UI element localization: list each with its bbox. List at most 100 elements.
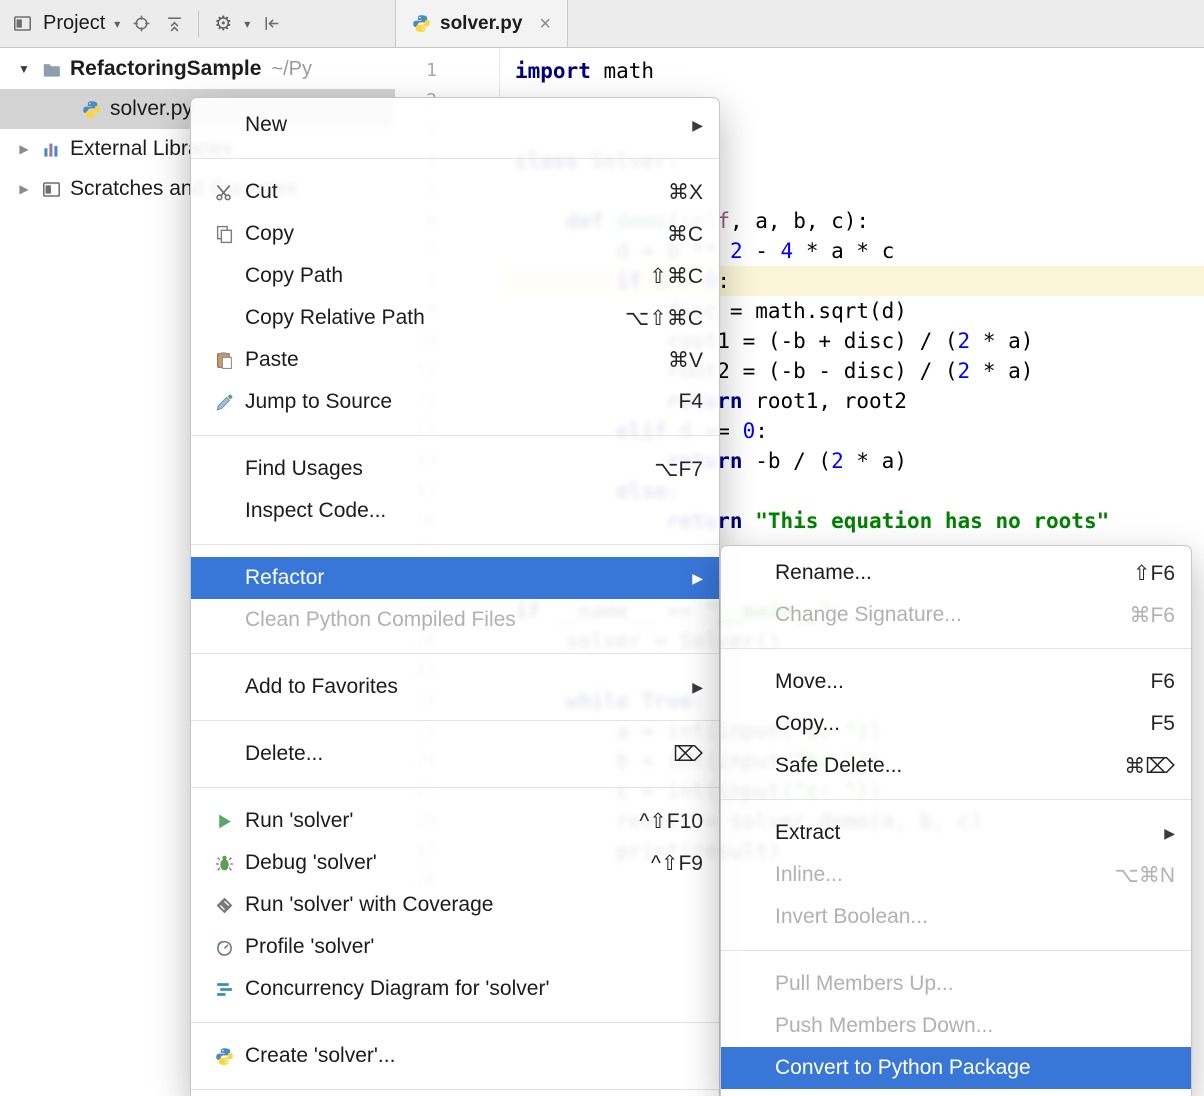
editor-tab-solver[interactable]: solver.py ×: [395, 0, 568, 47]
pycharm-window: Project ▾ ⚙ ▾ solver.py ×: [0, 0, 1204, 1096]
chevron-collapsed-icon[interactable]: ▶: [14, 142, 34, 156]
menu-item-move[interactable]: Move... F6: [721, 661, 1191, 703]
menu-item-label: Run 'solver' with Coverage: [245, 893, 493, 917]
project-panel-title[interactable]: Project: [43, 12, 105, 35]
menu-item-label: New: [245, 113, 287, 137]
refactor-submenu: Rename...⇧F6Change Signature...⌘F6 Move..…: [720, 545, 1192, 1096]
menu-shortcut: ⌘C: [667, 222, 703, 247]
line-number[interactable]: 1: [395, 56, 437, 86]
code-token: -b / (: [743, 449, 832, 473]
menu-separator: [191, 158, 719, 159]
code-token: * a): [970, 359, 1033, 383]
tree-item-label: solver.py: [110, 97, 193, 121]
code-token: root1, root2: [743, 389, 907, 413]
jump-to-source-icon: [211, 393, 237, 412]
menu-item-jump-to-source[interactable]: Jump to SourceF4: [191, 381, 719, 423]
menu-item-label: Extract: [775, 821, 840, 845]
close-icon[interactable]: ×: [539, 14, 551, 34]
submenu-arrow-icon: ▶: [692, 679, 703, 696]
python-icon: [82, 100, 101, 119]
menu-item-copy-relative-path[interactable]: Copy Relative Path⌥⇧⌘C: [191, 297, 719, 339]
code-token: , a, b, c):: [730, 209, 869, 233]
menu-item-label: Invert Boolean...: [775, 905, 928, 929]
menu-item-copy[interactable]: Copy⌘C: [191, 213, 719, 255]
submenu-arrow-icon: ▶: [692, 570, 703, 587]
menu-item-extract[interactable]: Extract▶: [721, 812, 1191, 854]
menu-item-copy[interactable]: Copy... F5: [721, 703, 1191, 745]
menu-item-label: Inline...: [775, 863, 843, 887]
menu-item-debug-solver[interactable]: Debug 'solver'^⇧F9: [191, 842, 719, 884]
code-token: :: [755, 419, 768, 443]
menu-item-label: Convert to Python Package: [775, 1056, 1031, 1080]
profile-icon: [211, 938, 237, 957]
menu-separator: [721, 799, 1191, 800]
settings-gear-icon[interactable]: ⚙: [211, 12, 235, 36]
menu-item-cut[interactable]: Cut⌘X: [191, 171, 719, 213]
menu-item-inline: Inline... ⌥⌘N: [721, 854, 1191, 896]
submenu-arrow-icon: ▶: [692, 117, 703, 134]
python-file-icon: [412, 14, 431, 33]
menu-item-label: Clean Python Compiled Files: [245, 608, 516, 632]
code-token: * a): [970, 329, 1033, 353]
code-token: [743, 509, 756, 533]
menu-item-safe-delete[interactable]: Safe Delete...⌘⌦: [721, 745, 1191, 787]
menu-item-label: Move...: [775, 670, 844, 694]
menu-shortcut: ⌥F7: [654, 457, 703, 482]
folder-icon: [42, 60, 61, 79]
tree-item-refactoringsample[interactable]: ▼RefactoringSample~/Py: [0, 49, 395, 89]
menu-item-refactor[interactable]: Refactor▶: [191, 557, 719, 599]
code-token: * a): [844, 449, 907, 473]
menu-item-profile-solver[interactable]: Profile 'solver': [191, 926, 719, 968]
locate-icon[interactable]: [129, 12, 153, 36]
menu-item-label: Copy Path: [245, 264, 343, 288]
menu-shortcut: ⌥⇧⌘C: [625, 306, 703, 331]
menu-item-push-members-down: Push Members Down...: [721, 1005, 1191, 1047]
scratches-icon: [42, 180, 61, 199]
menu-item-label: Rename...: [775, 561, 872, 585]
collapse-all-icon[interactable]: [162, 12, 186, 36]
settings-chevron-icon[interactable]: ▾: [244, 17, 250, 31]
menu-item-label: Pull Members Up...: [775, 972, 954, 996]
menu-shortcut: F5: [1150, 712, 1175, 736]
menu-item-new[interactable]: New ▶: [191, 104, 719, 146]
code-token: "This equation has no roots": [755, 509, 1109, 533]
menu-item-label: Copy...: [775, 712, 840, 736]
menu-item-label: Paste: [245, 348, 299, 372]
menu-item-run-solver-with-coverage[interactable]: Run 'solver' with Coverage: [191, 884, 719, 926]
project-tool-window-icon[interactable]: [10, 12, 34, 36]
menu-shortcut: ⌥⌘N: [1115, 863, 1175, 888]
menu-item-paste[interactable]: Paste⌘V: [191, 339, 719, 381]
project-panel-header: Project ▾ ⚙ ▾: [0, 0, 395, 47]
run-icon: [211, 812, 237, 831]
menu-item-inspect-code[interactable]: Inspect Code...: [191, 490, 719, 532]
chevron-down-icon[interactable]: ▾: [114, 17, 120, 31]
menu-item-create-solver[interactable]: Create 'solver'...: [191, 1035, 719, 1077]
hide-panel-icon[interactable]: [259, 12, 283, 36]
menu-item-run-solver[interactable]: Run 'solver'^⇧F10: [191, 800, 719, 842]
menu-item-concurrency-diagram-for-solver[interactable]: Concurrency Diagram for 'solver': [191, 968, 719, 1010]
menu-item-label: Add to Favorites: [245, 675, 398, 699]
menu-shortcut: F6: [1150, 670, 1175, 694]
menu-item-delete[interactable]: Delete...⌦: [191, 733, 719, 775]
menu-item-label: Profile 'solver': [245, 935, 374, 959]
menu-item-copy-path[interactable]: Copy Path⇧⌘C: [191, 255, 719, 297]
menu-item-rename[interactable]: Rename...⇧F6: [721, 552, 1191, 594]
menu-separator: [191, 653, 719, 654]
menu-item-convert-to-python-package[interactable]: Convert to Python Package: [721, 1047, 1191, 1089]
chevron-collapsed-icon[interactable]: ▶: [14, 182, 34, 196]
concurrency-icon: [211, 980, 237, 999]
menu-item-change-signature: Change Signature...⌘F6: [721, 594, 1191, 636]
tree-item-label: RefactoringSample: [70, 57, 261, 81]
context-menu: New ▶ Cut⌘XCopy⌘CCopy Path⇧⌘CCopy Relative…: [190, 97, 720, 1096]
menu-item-find-usages[interactable]: Find Usages⌥F7: [191, 448, 719, 490]
code-line[interactable]: import math: [500, 56, 1204, 86]
code-token: 2: [730, 239, 743, 263]
menu-separator: [721, 950, 1191, 951]
code-token: math: [591, 59, 654, 83]
menu-item-add-to-favorites[interactable]: Add to Favorites ▶: [191, 666, 719, 708]
menu-item-label: Inspect Code...: [245, 499, 386, 523]
chevron-expanded-icon[interactable]: ▼: [14, 62, 34, 76]
python-icon: [211, 1047, 237, 1066]
code-token: 4: [781, 239, 794, 263]
toolbar: Project ▾ ⚙ ▾ solver.py ×: [0, 0, 1204, 48]
